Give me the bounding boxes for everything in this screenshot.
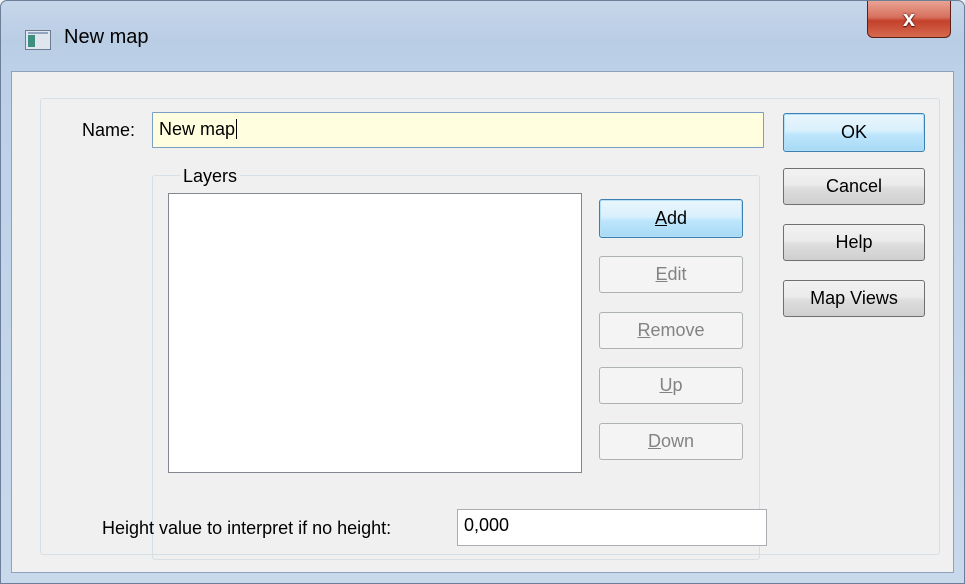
default-height-input[interactable]: 0,000 (457, 509, 767, 546)
map-views-button[interactable]: Map Views (783, 280, 925, 317)
add-layer-button[interactable]: Add (599, 199, 743, 238)
dialog-client-area: Name: New map Layers Add Edit Remove Up … (11, 71, 954, 573)
up-accelerator-key: U (659, 375, 673, 395)
close-button[interactable]: x (867, 1, 951, 38)
cancel-button[interactable]: Cancel (783, 168, 925, 205)
ok-button[interactable]: OK (783, 113, 925, 152)
layers-group-caption: Layers (180, 166, 241, 187)
height-label: Height value to interpret if no height: (102, 518, 392, 538)
edit-layer-button[interactable]: Edit (599, 256, 743, 293)
new-map-dialog: New map x Name: New map Layers Add Edit … (0, 0, 965, 584)
text-caret (236, 119, 238, 139)
help-button[interactable]: Help (783, 224, 925, 261)
close-icon: x (902, 6, 916, 31)
name-input[interactable]: New map (152, 112, 764, 148)
window-title: New map (64, 26, 149, 48)
move-layer-up-button[interactable]: Up (599, 367, 743, 404)
name-input-value: New map (159, 119, 236, 139)
remove-accelerator-key: R (637, 320, 651, 340)
add-accelerator-key: A (654, 208, 667, 228)
move-layer-down-button[interactable]: Down (599, 423, 743, 460)
down-accelerator-key: D (647, 431, 661, 451)
edit-accelerator-key: E (655, 264, 668, 284)
remove-layer-button[interactable]: Remove (599, 312, 743, 349)
window-app-icon (25, 30, 51, 50)
name-label: Name: (82, 120, 136, 140)
layers-list[interactable] (168, 193, 582, 473)
